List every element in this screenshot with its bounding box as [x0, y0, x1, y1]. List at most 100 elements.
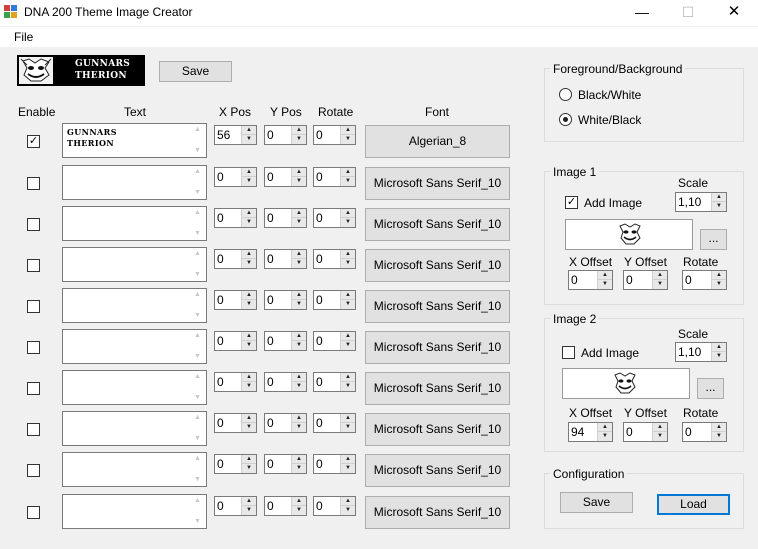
image2-browse-button[interactable]: ...	[697, 378, 724, 399]
spin-down-icon[interactable]: ▼	[340, 259, 355, 268]
row-rotate-spinner[interactable]: 0 ▲ ▼	[313, 167, 356, 187]
spin-down-icon[interactable]: ▼	[241, 177, 256, 186]
image1-xoffset-spinner[interactable]: 0 ▲ ▼	[568, 270, 613, 290]
spin-up-icon[interactable]: ▲	[340, 250, 355, 259]
row-text-input[interactable]: ▲ ▼	[62, 247, 207, 282]
spin-down-icon[interactable]: ▼	[241, 300, 256, 309]
scroll-down-icon[interactable]: ▼	[194, 271, 201, 279]
image1-scale-spinner[interactable]: 1,10 ▲ ▼	[675, 192, 727, 212]
config-load-button[interactable]: Load	[657, 494, 730, 515]
spin-down-icon[interactable]: ▼	[291, 259, 306, 268]
spin-down-icon[interactable]: ▼	[241, 506, 256, 515]
spin-down-icon[interactable]: ▼	[340, 423, 355, 432]
row-text-scrollbar[interactable]: ▲ ▼	[190, 412, 206, 445]
spin-down-icon[interactable]: ▼	[241, 464, 256, 473]
spin-down-icon[interactable]: ▼	[291, 218, 306, 227]
image1-rotate-spinner[interactable]: 0 ▲ ▼	[682, 270, 727, 290]
row-font-button[interactable]: Microsoft Sans Serif_10	[365, 372, 510, 405]
scroll-down-icon[interactable]: ▼	[194, 189, 201, 197]
close-button[interactable]: ✕	[711, 0, 757, 26]
spin-up-icon[interactable]: ▲	[291, 455, 306, 464]
row-text-input[interactable]: ▲ ▼	[62, 370, 207, 405]
spin-up-icon[interactable]: ▲	[340, 373, 355, 382]
spin-down-icon[interactable]: ▼	[291, 464, 306, 473]
spin-down-icon[interactable]: ▼	[597, 280, 612, 289]
spin-up-icon[interactable]: ▲	[291, 414, 306, 423]
spin-up-icon[interactable]: ▲	[241, 332, 256, 341]
row-font-button[interactable]: Microsoft Sans Serif_10	[365, 208, 510, 241]
row-rotate-spinner[interactable]: 0 ▲ ▼	[313, 208, 356, 228]
spin-up-icon[interactable]: ▲	[340, 291, 355, 300]
spin-up-icon[interactable]: ▲	[597, 271, 612, 280]
image1-browse-button[interactable]: ...	[700, 229, 727, 250]
row-xpos-spinner[interactable]: 0 ▲ ▼	[214, 454, 257, 474]
spin-up-icon[interactable]: ▲	[711, 271, 726, 280]
row-font-button[interactable]: Microsoft Sans Serif_10	[365, 454, 510, 487]
spin-up-icon[interactable]: ▲	[340, 414, 355, 423]
row-enable-checkbox[interactable]	[27, 464, 40, 477]
spin-down-icon[interactable]: ▼	[711, 432, 726, 441]
image1-add-checkbox[interactable]: ✓	[565, 196, 578, 209]
scroll-down-icon[interactable]: ▼	[194, 518, 201, 526]
row-ypos-spinner[interactable]: 0 ▲ ▼	[264, 496, 307, 516]
scroll-up-icon[interactable]: ▲	[194, 291, 201, 299]
row-rotate-spinner[interactable]: 0 ▲ ▼	[313, 372, 356, 392]
row-enable-checkbox[interactable]	[27, 423, 40, 436]
maximize-button[interactable]: ☐	[665, 0, 711, 26]
row-text-input[interactable]: ▲ ▼	[62, 329, 207, 364]
row-ypos-spinner[interactable]: 0 ▲ ▼	[264, 125, 307, 145]
scroll-up-icon[interactable]: ▲	[194, 209, 201, 217]
spin-down-icon[interactable]: ▼	[711, 280, 726, 289]
row-text-input[interactable]: ▲ ▼	[62, 206, 207, 241]
radio-black-white[interactable]	[559, 88, 572, 101]
row-ypos-spinner[interactable]: 0 ▲ ▼	[264, 290, 307, 310]
row-text-scrollbar[interactable]: ▲ ▼	[190, 248, 206, 281]
row-font-button[interactable]: Microsoft Sans Serif_10	[365, 496, 510, 529]
spin-down-icon[interactable]: ▼	[241, 341, 256, 350]
spin-up-icon[interactable]: ▲	[340, 332, 355, 341]
row-text-scrollbar[interactable]: ▲ ▼	[190, 289, 206, 322]
spin-down-icon[interactable]: ▼	[652, 280, 667, 289]
spin-down-icon[interactable]: ▼	[652, 432, 667, 441]
spin-up-icon[interactable]: ▲	[652, 271, 667, 280]
spin-up-icon[interactable]: ▲	[241, 126, 256, 135]
row-font-button[interactable]: Microsoft Sans Serif_10	[365, 249, 510, 282]
image2-scale-spinner[interactable]: 1,10 ▲ ▼	[675, 342, 727, 362]
spin-down-icon[interactable]: ▼	[340, 506, 355, 515]
save-button[interactable]: Save	[159, 61, 232, 82]
spin-down-icon[interactable]: ▼	[711, 352, 726, 361]
row-ypos-spinner[interactable]: 0 ▲ ▼	[264, 413, 307, 433]
spin-up-icon[interactable]: ▲	[241, 455, 256, 464]
spin-up-icon[interactable]: ▲	[340, 126, 355, 135]
row-text-input[interactable]: ▲ ▼	[62, 165, 207, 200]
spin-up-icon[interactable]: ▲	[340, 168, 355, 177]
row-rotate-spinner[interactable]: 0 ▲ ▼	[313, 454, 356, 474]
row-text-input[interactable]: ▲ ▼	[62, 288, 207, 323]
menu-file[interactable]: File	[14, 30, 33, 44]
spin-up-icon[interactable]: ▲	[241, 414, 256, 423]
row-xpos-spinner[interactable]: 0 ▲ ▼	[214, 372, 257, 392]
row-rotate-spinner[interactable]: 0 ▲ ▼	[313, 413, 356, 433]
spin-up-icon[interactable]: ▲	[291, 168, 306, 177]
spin-down-icon[interactable]: ▼	[711, 202, 726, 211]
row-enable-checkbox[interactable]	[27, 218, 40, 231]
row-xpos-spinner[interactable]: 0 ▲ ▼	[214, 290, 257, 310]
scroll-up-icon[interactable]: ▲	[194, 250, 201, 258]
row-font-button[interactable]: Microsoft Sans Serif_10	[365, 413, 510, 446]
scroll-down-icon[interactable]: ▼	[194, 476, 201, 484]
row-text-scrollbar[interactable]: ▲ ▼	[190, 166, 206, 199]
row-enable-checkbox[interactable]	[27, 300, 40, 313]
spin-down-icon[interactable]: ▼	[597, 432, 612, 441]
spin-down-icon[interactable]: ▼	[340, 341, 355, 350]
image2-yoffset-spinner[interactable]: 0 ▲ ▼	[623, 422, 668, 442]
scroll-up-icon[interactable]: ▲	[194, 168, 201, 176]
spin-up-icon[interactable]: ▲	[291, 250, 306, 259]
spin-up-icon[interactable]: ▲	[291, 126, 306, 135]
row-enable-checkbox[interactable]	[27, 506, 40, 519]
spin-down-icon[interactable]: ▼	[291, 177, 306, 186]
row-xpos-spinner[interactable]: 0 ▲ ▼	[214, 208, 257, 228]
row-font-button[interactable]: Microsoft Sans Serif_10	[365, 167, 510, 200]
row-xpos-spinner[interactable]: 0 ▲ ▼	[214, 331, 257, 351]
spin-up-icon[interactable]: ▲	[241, 209, 256, 218]
row-text-input[interactable]: GUNNARS THERION ▲ ▼	[62, 123, 207, 158]
